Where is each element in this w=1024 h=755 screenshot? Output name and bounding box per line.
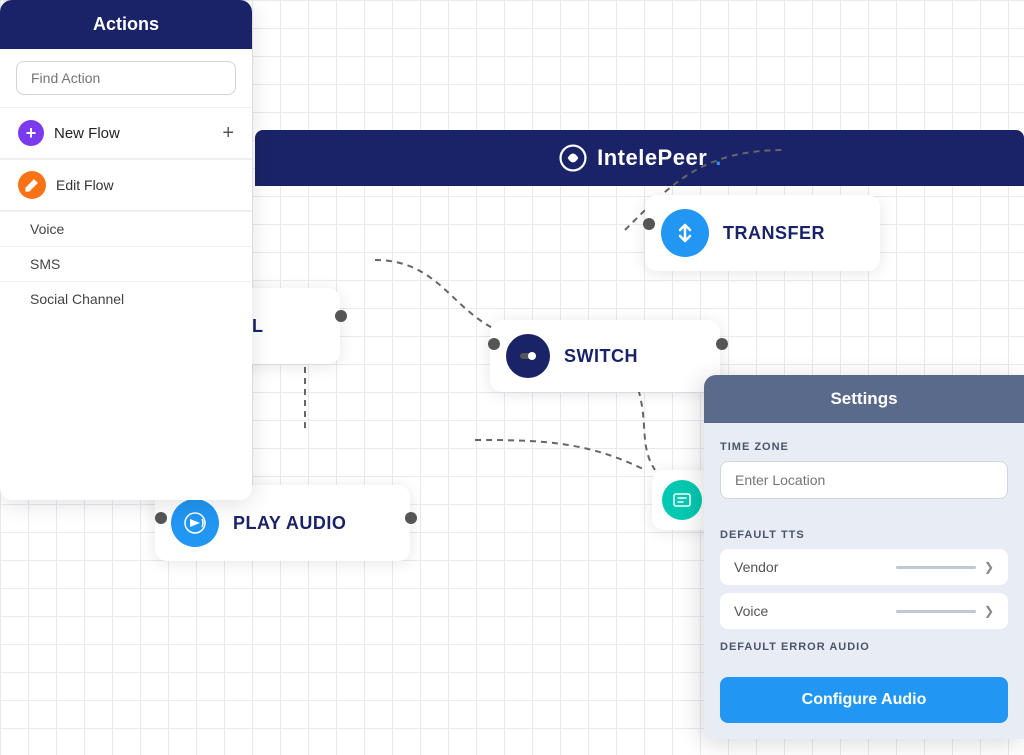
voice-chevron: ❯ <box>984 604 994 618</box>
configure-audio-button[interactable]: Configure Audio <box>720 677 1008 723</box>
tts-label: DEFAULT TTS <box>720 529 1008 541</box>
vendor-controls: ❯ <box>896 560 994 574</box>
new-flow-label: New Flow <box>54 125 120 142</box>
error-audio-section: DEFAULT ERROR AUDIO <box>720 641 1008 653</box>
logo-dot: . <box>715 145 722 171</box>
logo: IntelePeer. <box>557 142 722 174</box>
transfer-left-dot <box>643 218 655 230</box>
sidebar: Actions + New Flow + Edit Flow Voice SMS… <box>0 0 252 500</box>
transfer-label: TRANSFER <box>723 223 825 244</box>
settings-panel: Settings TIME ZONE DEFAULT TTS Vendor ❯ … <box>704 375 1024 739</box>
switch-node[interactable]: SWITCH <box>490 320 720 392</box>
add-flow-button[interactable]: + <box>222 122 234 145</box>
logo-icon <box>557 142 589 174</box>
edit-flow-label: Edit Flow <box>56 177 114 193</box>
settings-body: TIME ZONE DEFAULT TTS Vendor ❯ Voice ❯ <box>704 423 1024 653</box>
timezone-section: TIME ZONE <box>720 441 1008 517</box>
playaudio-left-dot <box>155 512 167 524</box>
voice-label: Voice <box>734 603 768 619</box>
switch-left-dot <box>488 338 500 350</box>
timezone-input[interactable] <box>720 461 1008 499</box>
vendor-row[interactable]: Vendor ❯ <box>720 549 1008 585</box>
transfer-node[interactable]: TRANSFER <box>645 195 880 271</box>
sidebar-voice-item[interactable]: Voice <box>0 211 252 246</box>
edit-flow-icon <box>18 171 46 199</box>
tts-section: DEFAULT TTS Vendor ❯ Voice ❯ <box>720 529 1008 629</box>
sidebar-title: Actions <box>0 0 252 49</box>
voice-line <box>896 610 976 613</box>
search-input[interactable] <box>16 61 236 95</box>
sidebar-social-item[interactable]: Social Channel <box>0 281 252 316</box>
playaudio-icon <box>171 499 219 547</box>
new-flow-left: + New Flow <box>18 120 120 146</box>
new-flow-row: + New Flow + <box>0 108 252 159</box>
sidebar-sms-item[interactable]: SMS <box>0 246 252 281</box>
logo-text: IntelePeer <box>597 145 707 171</box>
error-audio-label: DEFAULT ERROR AUDIO <box>720 641 1008 653</box>
sidebar-search-container <box>0 49 252 108</box>
timezone-label: TIME ZONE <box>720 441 1008 453</box>
switch-icon <box>506 334 550 378</box>
voice-controls: ❯ <box>896 604 994 618</box>
small-node-icon <box>662 480 702 520</box>
playaudio-label: PLAY AUDIO <box>233 513 346 534</box>
vendor-line <box>896 566 976 569</box>
icall-right-dot <box>335 310 347 322</box>
voice-row[interactable]: Voice ❯ <box>720 593 1008 629</box>
small-node[interactable] <box>652 470 712 530</box>
switch-right-dot <box>716 338 728 350</box>
transfer-icon <box>661 209 709 257</box>
vendor-label: Vendor <box>734 559 778 575</box>
playaudio-right-dot <box>405 512 417 524</box>
edit-flow-item[interactable]: Edit Flow <box>0 160 252 210</box>
settings-title: Settings <box>704 375 1024 423</box>
new-flow-icon: + <box>18 120 44 146</box>
vendor-chevron: ❯ <box>984 560 994 574</box>
switch-label: SWITCH <box>564 346 638 367</box>
header-bar: IntelePeer. <box>255 130 1024 186</box>
